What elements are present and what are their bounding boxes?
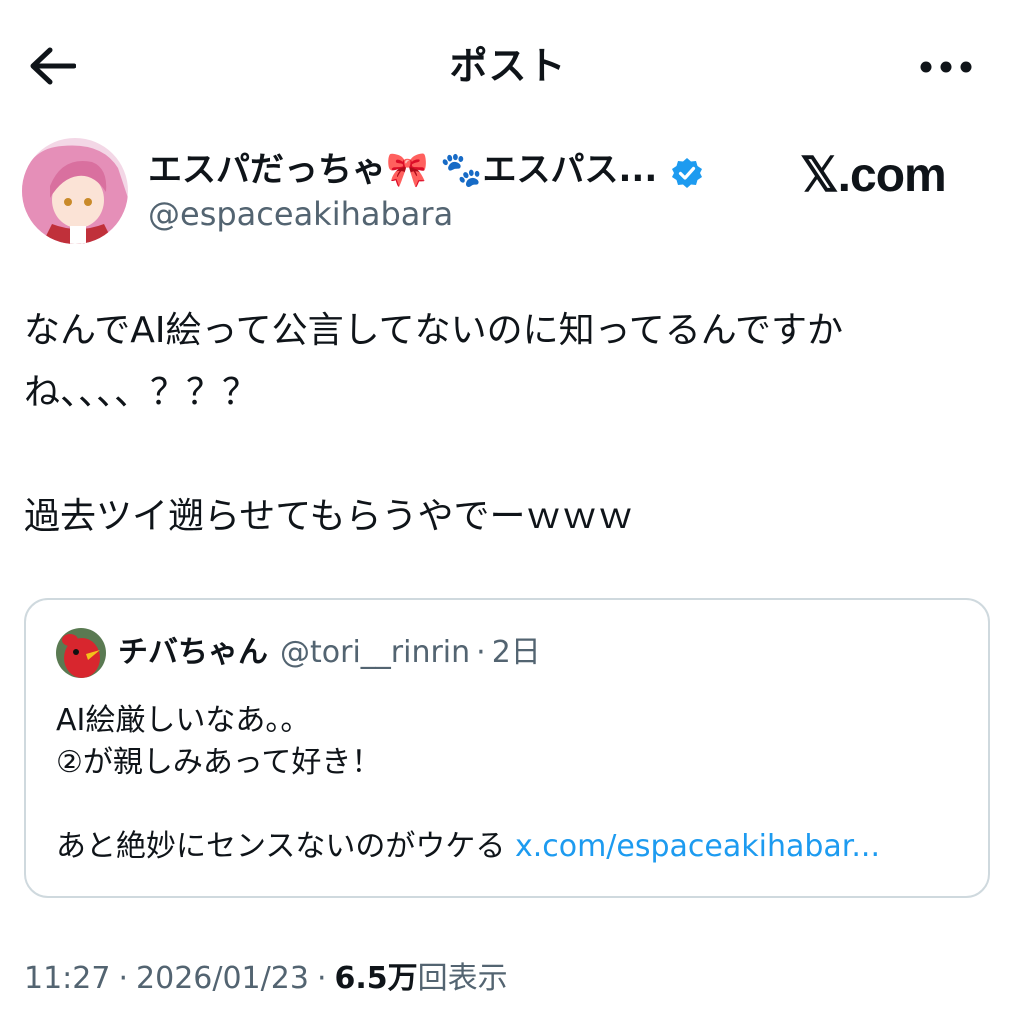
quoted-line: AI絵厳しいなあ。。: [56, 703, 311, 738]
quoted-line: ②が親しみあって好き！: [56, 745, 382, 780]
post-line: 過去ツイ遡らせてもらうやでーｗｗｗ: [24, 496, 634, 537]
quoted-text: AI絵厳しいなあ。。 ②が親しみあって好き！ あと絶妙にセンスないのがウケる x…: [56, 700, 966, 868]
page-title: ポスト: [449, 44, 567, 88]
separator-dot: ·: [316, 961, 327, 996]
quoted-author-avatar[interactable]: [56, 628, 106, 678]
top-bar: ポスト: [0, 0, 1016, 136]
post-date[interactable]: 2026/01/23: [136, 961, 309, 996]
separator-dot: ·: [118, 961, 129, 996]
post-time[interactable]: 11:27: [24, 961, 110, 996]
author-name-text: エスパだっちゃ🎀 🐾エスパス...: [148, 150, 658, 190]
quoted-author-name[interactable]: チバちゃん: [118, 635, 268, 670]
quoted-line-with-link: あと絶妙にセンスないのがウケる x.com/espaceakihabar...: [56, 826, 966, 868]
quoted-header: チバちゃん @tori__rinrin · 2日: [118, 630, 541, 676]
quoted-author-handle[interactable]: @tori__rinrin: [280, 635, 470, 670]
xcom-watermark: 𝕏.com: [800, 149, 947, 202]
post-line: なんでAI絵って公言してないのに知ってるんですか: [24, 310, 843, 351]
verified-badge-icon: [671, 154, 703, 188]
quoted-line-text: あと絶妙にセンスないのがウケる: [56, 829, 515, 864]
more-horizontal-icon: [920, 61, 972, 73]
author-display-name[interactable]: エスパだっちゃ🎀 🐾エスパス...: [148, 146, 703, 194]
post-text: なんでAI絵って公言してないのに知ってるんですか ね、、、、？？？ 過去ツイ遡ら…: [24, 300, 984, 548]
author-handle[interactable]: @espaceakihabara: [148, 192, 453, 236]
quoted-timestamp[interactable]: 2日: [492, 635, 541, 670]
post-line: ね、、、、？？？: [24, 372, 259, 413]
view-count: 6.5万: [334, 961, 418, 996]
separator-dot: ·: [476, 635, 486, 670]
author-avatar[interactable]: [22, 138, 128, 244]
more-options-button[interactable]: [916, 42, 976, 92]
post-meta: 11:27 · 2026/01/23 · 6.5万回表示: [24, 954, 508, 1004]
quoted-post-card[interactable]: チバちゃん @tori__rinrin · 2日 AI絵厳しいなあ。。 ②が親しみあっ…: [24, 598, 990, 898]
quoted-link[interactable]: x.com/espaceakihabar...: [515, 829, 880, 864]
view-label: 回表示: [417, 961, 508, 996]
